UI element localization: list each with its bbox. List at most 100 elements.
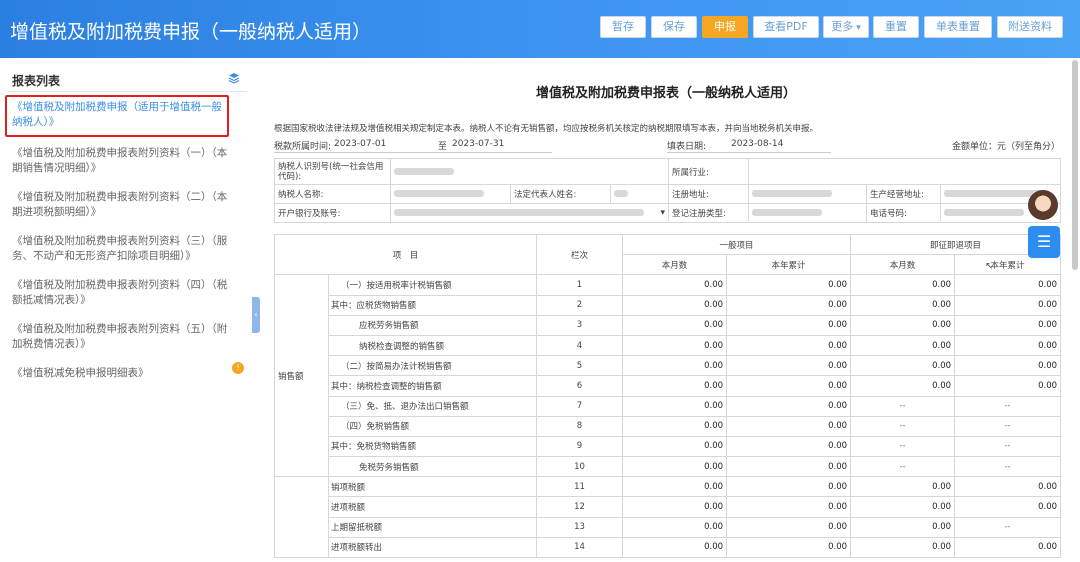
- save-draft-button[interactable]: 暂存: [600, 16, 646, 38]
- more-dropdown-button[interactable]: 更多 ▾: [823, 16, 869, 38]
- header-general-ytd: 本年累计: [726, 254, 852, 276]
- row-label: 纳税检查调整的销售额: [327, 334, 538, 357]
- sidebar-item-schedule-1[interactable]: 《增值税及附加税费申报表附列资料（一）（本期销售情况明细）》: [12, 146, 232, 176]
- amount-cell[interactable]: 0.00: [850, 314, 956, 336]
- reg-address-field[interactable]: [748, 184, 868, 204]
- amount-cell[interactable]: 0.00: [850, 334, 956, 357]
- header-general-month: 本月数: [622, 254, 728, 276]
- table-row: 其中：应税货物销售额 2 0.00 0.00 0.00 0.00: [275, 294, 1062, 316]
- amount-cell[interactable]: 0.00: [850, 476, 956, 498]
- amount-cell[interactable]: 0.00: [726, 375, 852, 397]
- sidebar-collapse-handle[interactable]: ‹: [252, 297, 260, 333]
- amount-cell[interactable]: 0.00: [850, 294, 956, 316]
- attachments-button[interactable]: 附送资料: [997, 16, 1063, 38]
- period-from: 2023-07-01: [334, 139, 387, 149]
- bank-label: 开户银行及账号:: [274, 203, 391, 223]
- sidebar-item-schedule-2[interactable]: 《增值税及附加税费申报表附列资料（二）（本期进项税额明细）》: [12, 190, 232, 220]
- reset-button[interactable]: 重置: [873, 16, 919, 38]
- amount-cell[interactable]: 0.00: [954, 536, 1062, 559]
- amount-cell[interactable]: 0.00: [954, 334, 1062, 357]
- amount-cell[interactable]: 0.00: [954, 496, 1062, 518]
- legal-rep-label: 法定代表人姓名:: [510, 184, 611, 204]
- single-reset-button[interactable]: 单表重置: [924, 16, 992, 38]
- amount-cell[interactable]: 0.00: [726, 435, 852, 458]
- amount-cell[interactable]: 0.00: [622, 415, 728, 437]
- amount-cell[interactable]: 0.00: [850, 355, 956, 377]
- amount-cell[interactable]: 0.00: [954, 355, 1062, 377]
- amount-cell[interactable]: 0.00: [726, 314, 852, 336]
- amount-cell[interactable]: 0.00: [622, 435, 728, 458]
- row-label: （一）按适用税率计税销售额: [327, 274, 538, 296]
- phone-label: 电话号码:: [866, 203, 942, 223]
- amount-cell[interactable]: 0.00: [726, 456, 852, 478]
- row-line-no: 7: [536, 395, 624, 417]
- reg-type-field[interactable]: [748, 203, 868, 223]
- legal-rep-field[interactable]: [609, 184, 670, 204]
- sidebar-item-main-return[interactable]: 《增值税及附加税费申报（适用于增值税一般纳税人）》: [12, 100, 232, 130]
- taxpayer-name-field[interactable]: [390, 184, 511, 204]
- report-list-sidebar: 报表列表 《增值税及附加税费申报（适用于增值税一般纳税人）》 《增值税及附加税费…: [0, 58, 252, 562]
- assistant-form-icon[interactable]: ☰: [1028, 226, 1060, 258]
- amount-cell[interactable]: 0.00: [954, 314, 1062, 336]
- page-title: 增值税及附加税费申报（一般纳税人适用）: [10, 21, 372, 43]
- scrollbar[interactable]: [1072, 60, 1078, 270]
- table-row: （四）免税销售额 8 0.00 0.00 -- --: [275, 415, 1062, 437]
- amount-cell[interactable]: 0.00: [850, 496, 956, 518]
- period-to: 2023-07-31: [452, 139, 505, 149]
- amount-cell[interactable]: 0.00: [850, 536, 956, 559]
- fill-date-label: 填表日期:: [667, 142, 707, 152]
- amount-cell: --: [954, 516, 1062, 538]
- amount-cell[interactable]: 0.00: [850, 375, 956, 397]
- amount-cell[interactable]: 0.00: [726, 355, 852, 377]
- amount-cell[interactable]: 0.00: [622, 536, 728, 559]
- amount-cell[interactable]: 0.00: [622, 476, 728, 498]
- amount-cell[interactable]: 0.00: [726, 476, 852, 498]
- amount-cell[interactable]: 0.00: [622, 274, 728, 296]
- vat-return-table: 项 目 栏次 一般项目 即征即退项目 本月数 本年累计 本月数 本年累计 销售额…: [273, 233, 1062, 559]
- amount-cell[interactable]: 0.00: [622, 496, 728, 518]
- amount-cell[interactable]: 0.00: [622, 294, 728, 316]
- amount-cell[interactable]: 0.00: [622, 375, 728, 397]
- bank-select[interactable]: ▾: [389, 203, 670, 223]
- amount-cell[interactable]: 0.00: [850, 516, 956, 538]
- amount-cell[interactable]: 0.00: [726, 536, 852, 559]
- amount-cell[interactable]: 0.00: [726, 294, 852, 316]
- amount-cell[interactable]: 0.00: [726, 334, 852, 357]
- assistant-avatar[interactable]: [1028, 190, 1058, 220]
- view-pdf-button[interactable]: 查看PDF: [753, 16, 819, 38]
- form-note: 根据国家税收法律法规及增值税相关规定制定本表。纳税人不论有无销售额，均应按税务机…: [274, 124, 819, 134]
- amount-cell[interactable]: 0.00: [726, 496, 852, 518]
- save-button[interactable]: 保存: [651, 16, 697, 38]
- amount-cell[interactable]: 0.00: [726, 395, 852, 417]
- sidebar-item-schedule-3[interactable]: 《增值税及附加税费申报表附列资料（三）（服务、不动产和无形资产扣除项目明细）》: [12, 234, 232, 264]
- amount-cell[interactable]: 0.00: [954, 274, 1062, 296]
- amount-cell[interactable]: 0.00: [954, 476, 1062, 498]
- amount-cell[interactable]: 0.00: [622, 456, 728, 478]
- amount-cell[interactable]: 0.00: [726, 415, 852, 437]
- sidebar-item-schedule-4[interactable]: 《增值税及附加税费申报表附列资料（四）（税额抵减情况表）》: [12, 278, 232, 308]
- amount-cell[interactable]: 0.00: [622, 395, 728, 417]
- amount-cell[interactable]: 0.00: [622, 334, 728, 357]
- layers-icon[interactable]: [228, 72, 240, 84]
- amount-cell[interactable]: 0.00: [622, 355, 728, 377]
- amount-cell: --: [850, 395, 956, 417]
- row-line-no: 11: [536, 476, 624, 498]
- amount-cell[interactable]: 0.00: [622, 516, 728, 538]
- declare-button[interactable]: 申报: [702, 16, 748, 38]
- reg-type-label: 登记注册类型:: [668, 203, 750, 223]
- row-label: 应税劳务销售额: [327, 314, 538, 336]
- amount-cell[interactable]: 0.00: [954, 294, 1062, 316]
- sidebar-item-schedule-5[interactable]: 《增值税及附加税费申报表附列资料（五）（附加税费情况表）》: [12, 322, 232, 352]
- taxpayer-name-label: 纳税人名称:: [274, 184, 391, 204]
- sidebar-item-exemption[interactable]: 《增值税减免税申报明细表》: [12, 366, 232, 381]
- row-label: 其中：免税货物销售额: [327, 435, 538, 458]
- industry-field[interactable]: [748, 158, 1062, 185]
- row-line-no: 14: [536, 536, 624, 559]
- table-row: 纳税检查调整的销售额 4 0.00 0.00 0.00 0.00: [275, 334, 1062, 357]
- amount-cell[interactable]: 0.00: [726, 516, 852, 538]
- amount-cell[interactable]: 0.00: [726, 274, 852, 296]
- amount-cell[interactable]: 0.00: [622, 314, 728, 336]
- amount-cell[interactable]: 0.00: [850, 274, 956, 296]
- taxpayer-id-field[interactable]: [389, 158, 670, 185]
- amount-cell[interactable]: 0.00: [954, 375, 1062, 397]
